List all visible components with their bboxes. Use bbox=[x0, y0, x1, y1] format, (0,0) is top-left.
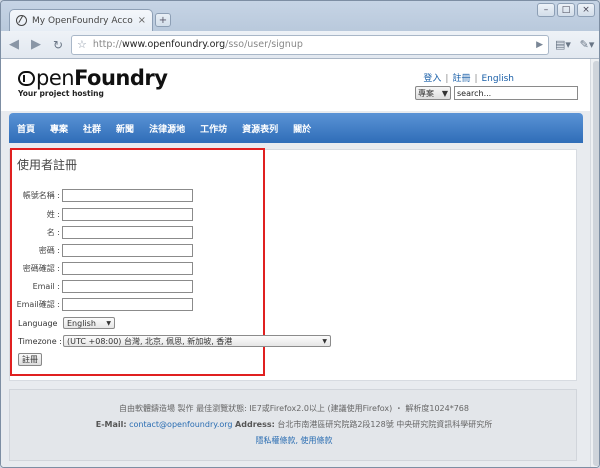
search-scope-select[interactable]: 專案 ▼ bbox=[415, 86, 451, 100]
firstname-label: 名 : bbox=[46, 228, 60, 237]
window-controls: – □ × bbox=[537, 3, 595, 17]
footer-credits: 自由軟體鑄造場 製作 最佳瀏覽狀態: IE7或Firefox2.0以上 (建議使… bbox=[118, 404, 469, 413]
login-link[interactable]: 登入 bbox=[423, 74, 441, 84]
openfoundry-favicon-icon bbox=[16, 15, 27, 26]
wrench-menu-icon[interactable]: ✎▾ bbox=[577, 36, 597, 54]
address-text: 台北市南港區研究院路2段128號 中央研究院資訊科學研究所 bbox=[277, 420, 493, 429]
password-input[interactable] bbox=[62, 244, 193, 257]
main-nav: 首頁 專案 社群 新聞 法律源地 工作坊 資源表列 關於 bbox=[9, 113, 583, 143]
username-input[interactable] bbox=[62, 189, 193, 202]
url-path: /sso/user/signup bbox=[225, 39, 303, 50]
address-label: Address: bbox=[235, 420, 275, 429]
language-select[interactable]: English ▼ bbox=[63, 317, 115, 329]
logo-o-icon bbox=[18, 71, 35, 86]
nav-item-projects[interactable]: 專案 bbox=[50, 122, 68, 135]
timezone-value: (UTC +08:00) 台灣, 北京, 佩思, 新加坡, 香港 bbox=[67, 336, 233, 346]
chevron-down-icon: ▼ bbox=[441, 88, 448, 98]
browser-window: My OpenFoundry Account × + – □ × ◀ ▶ ↻ ☆… bbox=[0, 0, 600, 468]
reload-icon[interactable]: ↻ bbox=[49, 36, 67, 54]
scrollbar-thumb[interactable] bbox=[593, 61, 599, 466]
search-input[interactable]: search... bbox=[454, 86, 578, 100]
language-label: Language bbox=[18, 319, 58, 328]
nav-item-about[interactable]: 關於 bbox=[293, 122, 311, 135]
nav-item-news[interactable]: 新聞 bbox=[116, 122, 134, 135]
forward-arrow-icon[interactable]: ▶ bbox=[27, 36, 45, 54]
footer-contact: E-Mail: contact@openfoundry.org Address:… bbox=[10, 419, 578, 430]
lastname-label: 姓 : bbox=[46, 210, 60, 219]
minimize-button[interactable]: – bbox=[537, 3, 555, 17]
tab-strip: My OpenFoundry Account × + – □ × bbox=[1, 1, 599, 31]
password-confirm-label: 密碼確認 : bbox=[22, 264, 60, 273]
page: penFoundry Your project hosting 登入 | 註冊 | En… bbox=[1, 59, 590, 467]
chevron-down-icon: ▼ bbox=[106, 319, 111, 327]
page-viewport: penFoundry Your project hosting 登入 | 註冊 | En… bbox=[1, 59, 599, 467]
header-links: 登入 | 註冊 | English bbox=[423, 71, 514, 84]
nav-item-legal[interactable]: 法律源地 bbox=[149, 122, 185, 135]
search-scope-value: 專案 bbox=[418, 88, 434, 98]
nav-item-workshop[interactable]: 工作坊 bbox=[200, 122, 227, 135]
page-title: 使用者註冊 bbox=[17, 158, 78, 172]
email-confirm-label: Email確認 : bbox=[16, 300, 60, 309]
nav-item-home[interactable]: 首頁 bbox=[17, 122, 35, 135]
nav-item-community[interactable]: 社群 bbox=[83, 122, 101, 135]
form-row-firstname: 名 : bbox=[9, 226, 193, 239]
password-confirm-input[interactable] bbox=[62, 262, 193, 275]
form-row-lastname: 姓 : bbox=[9, 208, 193, 221]
url-host: www.openfoundry.org bbox=[121, 39, 226, 50]
logo-wordmark: penFoundry bbox=[18, 66, 168, 90]
timezone-label: Timezone : bbox=[18, 337, 62, 346]
maximize-button[interactable]: □ bbox=[557, 3, 575, 17]
form-row-password: 密碼 : bbox=[9, 244, 193, 257]
tab-title: My OpenFoundry Account bbox=[32, 15, 133, 26]
form-row-username: 帳號名稱 : bbox=[9, 189, 193, 202]
nav-item-resources[interactable]: 資源表列 bbox=[242, 122, 278, 135]
site-footer: 自由軟體鑄造場 製作 最佳瀏覽狀態: IE7或Firefox2.0以上 (建議使… bbox=[9, 389, 577, 461]
email-label-footer: E-Mail: bbox=[95, 420, 127, 429]
form-row-password-confirm: 密碼確認 : bbox=[9, 262, 193, 275]
back-arrow-icon[interactable]: ◀ bbox=[5, 36, 23, 54]
browser-tab[interactable]: My OpenFoundry Account × bbox=[9, 9, 153, 31]
logo-prefix: pen bbox=[36, 66, 75, 90]
firstname-input[interactable] bbox=[62, 226, 193, 239]
email-confirm-input[interactable] bbox=[62, 298, 193, 311]
url-text[interactable]: http://www.openfoundry.org/sso/user/sign… bbox=[93, 39, 530, 50]
language-value: English bbox=[67, 318, 96, 328]
logo-tagline: Your project hosting bbox=[18, 89, 104, 98]
english-link[interactable]: English bbox=[482, 74, 515, 84]
form-row-email: Email : bbox=[9, 280, 193, 293]
page-menu-icon[interactable]: ▤▾ bbox=[553, 36, 573, 54]
page-scrollbar[interactable] bbox=[590, 59, 599, 467]
register-link[interactable]: 註冊 bbox=[452, 74, 470, 84]
lastname-input[interactable] bbox=[62, 208, 193, 221]
site-header: penFoundry Your project hosting 登入 | 註冊 | En… bbox=[1, 59, 590, 111]
timezone-select[interactable]: (UTC +08:00) 台灣, 北京, 佩思, 新加坡, 香港 ▼ bbox=[63, 335, 331, 347]
bookmark-star-icon[interactable]: ☆ bbox=[77, 38, 87, 51]
separator: | bbox=[474, 74, 478, 84]
address-bar[interactable]: ☆ http://www.openfoundry.org/sso/user/si… bbox=[71, 34, 549, 55]
register-button[interactable]: 註冊 bbox=[18, 353, 42, 366]
url-scheme: http:// bbox=[92, 39, 122, 50]
separator: | bbox=[445, 74, 449, 84]
browser-toolbar: ◀ ▶ ↻ ☆ http://www.openfoundry.org/sso/u… bbox=[1, 31, 599, 59]
chevron-down-icon: ▼ bbox=[322, 337, 327, 345]
site-logo[interactable]: penFoundry Your project hosting bbox=[18, 66, 168, 98]
form-row-email-confirm: Email確認 : bbox=[9, 298, 193, 311]
logo-bold: Foundry bbox=[74, 66, 168, 90]
contact-email-link[interactable]: contact@openfoundry.org bbox=[129, 420, 232, 429]
password-label: 密碼 : bbox=[38, 246, 60, 255]
go-icon[interactable]: ▶ bbox=[536, 40, 543, 50]
username-label: 帳號名稱 : bbox=[22, 191, 60, 200]
privacy-terms-link[interactable]: 隱私權條款, 使用條款 bbox=[255, 436, 332, 445]
tab-close-icon[interactable]: × bbox=[138, 15, 146, 26]
new-tab-button[interactable]: + bbox=[155, 13, 171, 27]
site-search: 專案 ▼ search... bbox=[415, 86, 578, 100]
email-input[interactable] bbox=[62, 280, 193, 293]
close-window-button[interactable]: × bbox=[577, 3, 595, 17]
footer-links: 隱私權條款, 使用條款 bbox=[10, 435, 578, 446]
email-label: Email : bbox=[32, 282, 60, 291]
